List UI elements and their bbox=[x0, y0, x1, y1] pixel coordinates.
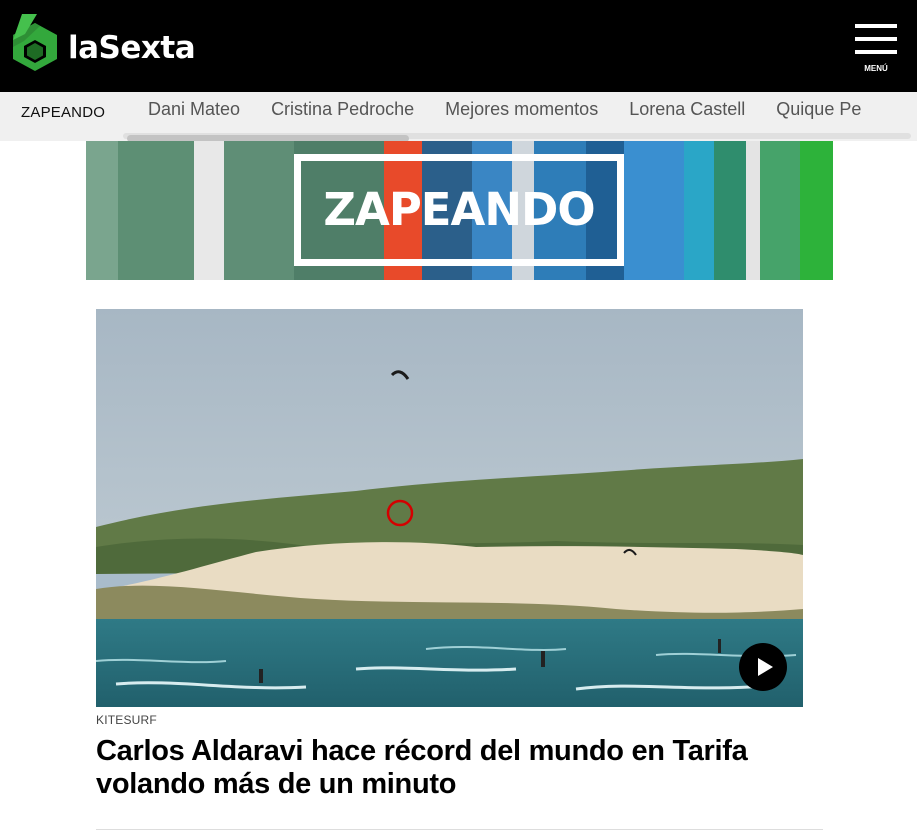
article-video[interactable] bbox=[96, 309, 803, 707]
program-banner[interactable]: ZAPEANDO bbox=[86, 141, 833, 280]
banner-title: ZAPEANDO bbox=[323, 183, 595, 236]
menu-label: MENÚ bbox=[864, 64, 888, 73]
section-title[interactable]: ZAPEANDO bbox=[21, 104, 105, 121]
site-header: laSexta MENÚ bbox=[0, 0, 917, 92]
play-icon bbox=[758, 658, 773, 676]
logo-wordmark[interactable]: laSexta bbox=[68, 28, 196, 68]
article-kicker[interactable]: KITESURF bbox=[96, 713, 157, 727]
lasexta-logo-icon[interactable] bbox=[10, 14, 60, 72]
tag-link[interactable]: Lorena Castell bbox=[629, 98, 745, 120]
hamburger-bar bbox=[855, 50, 897, 54]
tag-link[interactable]: Dani Mateo bbox=[148, 98, 240, 120]
video-thumbnail bbox=[96, 309, 803, 707]
tag-list: Dani Mateo Cristina Pedroche Mejores momen… bbox=[148, 98, 892, 120]
play-button[interactable] bbox=[739, 643, 787, 691]
tag-link[interactable]: Mejores momentos bbox=[445, 98, 598, 120]
article-headline[interactable]: Carlos Aldaravi hace récord del mundo en… bbox=[96, 735, 816, 801]
menu-button[interactable]: MENÚ bbox=[853, 22, 899, 74]
tag-link[interactable]: Quique Pe bbox=[776, 98, 861, 120]
tag-link[interactable]: Cristina Pedroche bbox=[271, 98, 414, 120]
divider bbox=[96, 829, 823, 830]
hamburger-icon bbox=[855, 24, 897, 28]
section-subnav: ZAPEANDO Dani Mateo Cristina Pedroche Mejo… bbox=[0, 92, 917, 141]
hamburger-bar bbox=[855, 37, 897, 41]
